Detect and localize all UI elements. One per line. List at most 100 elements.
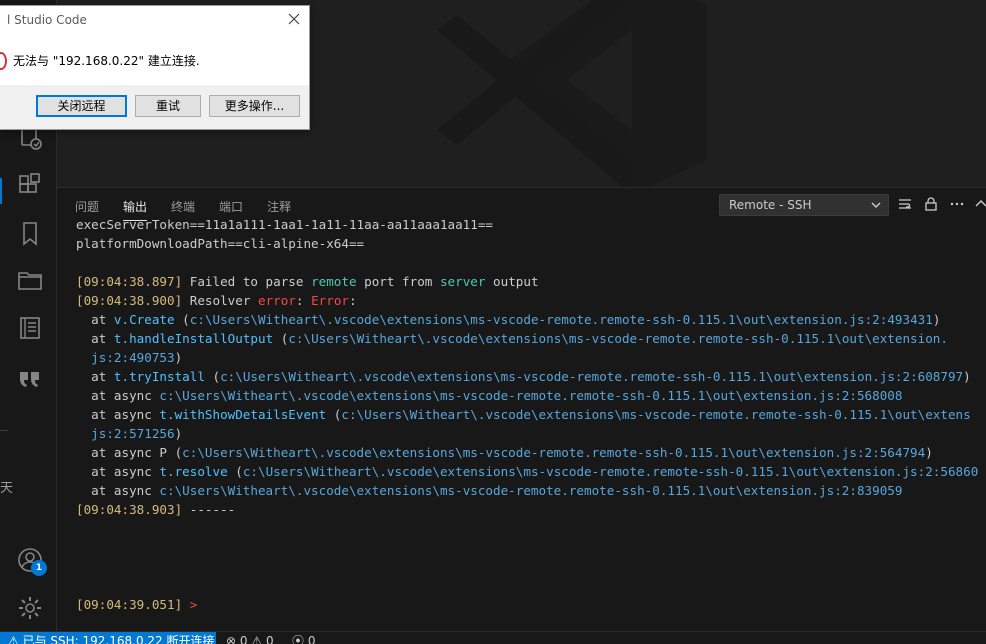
output-line: at async c:\Users\Witheart\.vscode\exten… [76, 386, 986, 405]
error-count: 0 [239, 634, 248, 644]
output-log[interactable]: execServerToken==11a1a111-1aa1-1a11-11aa… [76, 215, 986, 633]
output-segment: js:2:490753 [76, 350, 175, 365]
output-segment: [09:04:38.903] [76, 502, 183, 517]
output-line: [09:04:38.900] Resolver error: Error: [76, 291, 986, 310]
output-segment: output [485, 274, 539, 289]
quote-icon[interactable] [16, 362, 44, 390]
output-segment: ) [174, 350, 183, 365]
ports-status[interactable]: ⦿ 0 [292, 632, 315, 644]
output-line: at t.tryInstall (c:\Users\Witheart\.vsco… [76, 367, 986, 386]
output-segment: at async [76, 407, 160, 422]
output-line: platformDownloadPath==cli-alpine-x64== [76, 234, 986, 253]
output-channel-select[interactable]: Remote - SSH [719, 194, 889, 216]
output-segment: server [439, 274, 486, 289]
output-segment: ( [174, 312, 190, 327]
close-icon[interactable] [287, 12, 301, 26]
output-segment: at [76, 369, 114, 384]
output-panel: 问题 输出 终端 端口 注释 Remote - SSH execServerTo… [57, 187, 986, 633]
output-segment: c:\Users\Witheart\.vscode\extensions\ms-… [220, 369, 964, 384]
warning-icon: ⚠ [251, 634, 263, 644]
output-segment: [09:04:38.900] [76, 293, 183, 308]
output-segment: c:\Users\Witheart\.vscode\extensions\ms-… [159, 483, 903, 498]
output-line: at async t.withShowDetailsEvent (c:\User… [76, 405, 986, 424]
output-segment: js:2:571256 [76, 426, 175, 441]
output-segment: c:\Users\Witheart\.vscode\extensions\ms-… [189, 312, 933, 327]
output-segment: t.tryInstall [113, 369, 205, 384]
error-icon [0, 52, 7, 70]
output-segment: Failed to parse [182, 274, 312, 289]
output-segment: at async [76, 483, 160, 498]
dialog-message: 无法与 "192.168.0.22" 建立连接. [13, 54, 200, 68]
dialog-title: l Studio Code [7, 13, 87, 27]
lock-icon[interactable] [923, 196, 939, 212]
output-segment: > [182, 597, 198, 612]
retry-button[interactable]: 重试 [135, 95, 201, 117]
output-segment: at async [76, 464, 160, 479]
output-segment: ) [932, 312, 941, 327]
close-remote-button[interactable]: 关闭远程 [36, 95, 127, 117]
output-segment: t.withShowDetailsEvent [159, 407, 327, 422]
extensions-icon[interactable] [16, 172, 44, 200]
output-line: [09:04:38.903] ------ [76, 500, 986, 519]
notebook-icon[interactable] [16, 314, 44, 342]
output-segment: Error [311, 293, 349, 308]
more-actions-button[interactable]: 更多操作... [209, 95, 300, 117]
output-segment: [09:04:38.897] [76, 274, 183, 289]
output-segment: ( [227, 464, 243, 479]
output-segment: ------ [182, 502, 236, 517]
chevron-down-icon [871, 202, 881, 208]
more-actions-icon[interactable] [949, 196, 965, 212]
problems-status[interactable]: ⊗ 0 ⚠ 0 [226, 632, 274, 644]
output-segment: platformDownloadPath==cli-alpine-x64== [76, 236, 365, 251]
output-line: execServerToken==11a1a111-1aa1-1a11-11aa… [76, 215, 986, 234]
output-segment: c:\Users\Witheart\.vscode\extensions\ms-… [288, 331, 948, 346]
output-segment: error [257, 293, 296, 308]
output-segment: at [76, 331, 114, 346]
output-line: at async P (c:\Users\Witheart\.vscode\ex… [76, 443, 986, 462]
output-line: [09:04:38.897] Failed to parse remote po… [76, 272, 986, 291]
status-bar: ⚠ 已与 SSH: 192.168.0.22 断开连接 ⊗ 0 ⚠ 0 ⦿ 0 [0, 631, 986, 644]
output-line: at async c:\Users\Witheart\.vscode\exten… [76, 481, 986, 500]
output-line: js:2:490753) [76, 348, 986, 367]
output-segment: at [76, 312, 114, 327]
ports-icon: ⦿ [292, 634, 305, 644]
bookmark-icon[interactable] [16, 220, 44, 248]
output-segment: v.Create [113, 312, 175, 327]
output-segment: t.resolve [159, 464, 228, 479]
output-line: js:2:571256) [76, 424, 986, 443]
output-segment: port from [356, 274, 440, 289]
ports-count: 0 [307, 634, 316, 644]
output-segment: execServerToken==11a1a111-1aa1-1a11-11aa… [76, 217, 494, 232]
output-segment: ) [963, 369, 971, 384]
dialog-footer: 关闭远程 重试 更多操作... [0, 85, 309, 129]
folder-icon[interactable] [16, 266, 44, 294]
output-segment: c:\Users\Witheart\.vscode\extensions\ms-… [242, 464, 979, 479]
chevron-up-icon[interactable] [973, 196, 986, 212]
truncated-label: 天 [0, 481, 14, 496]
output-line: at v.Create (c:\Users\Witheart\.vscode\e… [76, 310, 986, 329]
output-segment: c:\Users\Witheart\.vscode\extensions\ms-… [182, 445, 926, 460]
output-segment: ) [174, 426, 183, 441]
word-wrap-icon[interactable] [897, 196, 913, 212]
output-segment: [09:04:39.051] [76, 597, 183, 612]
output-line: at t.handleInstallOutput (c:\Users\Withe… [76, 329, 986, 348]
connection-error-dialog: l Studio Code 无法与 "192.168.0.22" 建立连接. 关… [0, 5, 310, 130]
accounts-badge: 1 [31, 560, 47, 576]
gear-icon[interactable] [16, 594, 44, 622]
output-segment: c:\Users\Witheart\.vscode\extensions\ms-… [341, 407, 971, 422]
active-indicator [0, 178, 2, 204]
output-segment: : [295, 293, 312, 308]
divider [0, 430, 8, 431]
output-segment: Resolver [182, 293, 258, 308]
remote-status-button[interactable]: ⚠ 已与 SSH: 192.168.0.22 断开连接 [0, 632, 216, 644]
output-segment: ) [925, 445, 933, 460]
output-segment: ( [273, 331, 289, 346]
output-segment: c:\Users\Witheart\.vscode\extensions\ms-… [159, 388, 903, 403]
warning-count: 0 [265, 634, 274, 644]
output-segment: at async [76, 388, 160, 403]
output-segment: : [349, 293, 357, 308]
output-segment: remote [311, 274, 357, 289]
